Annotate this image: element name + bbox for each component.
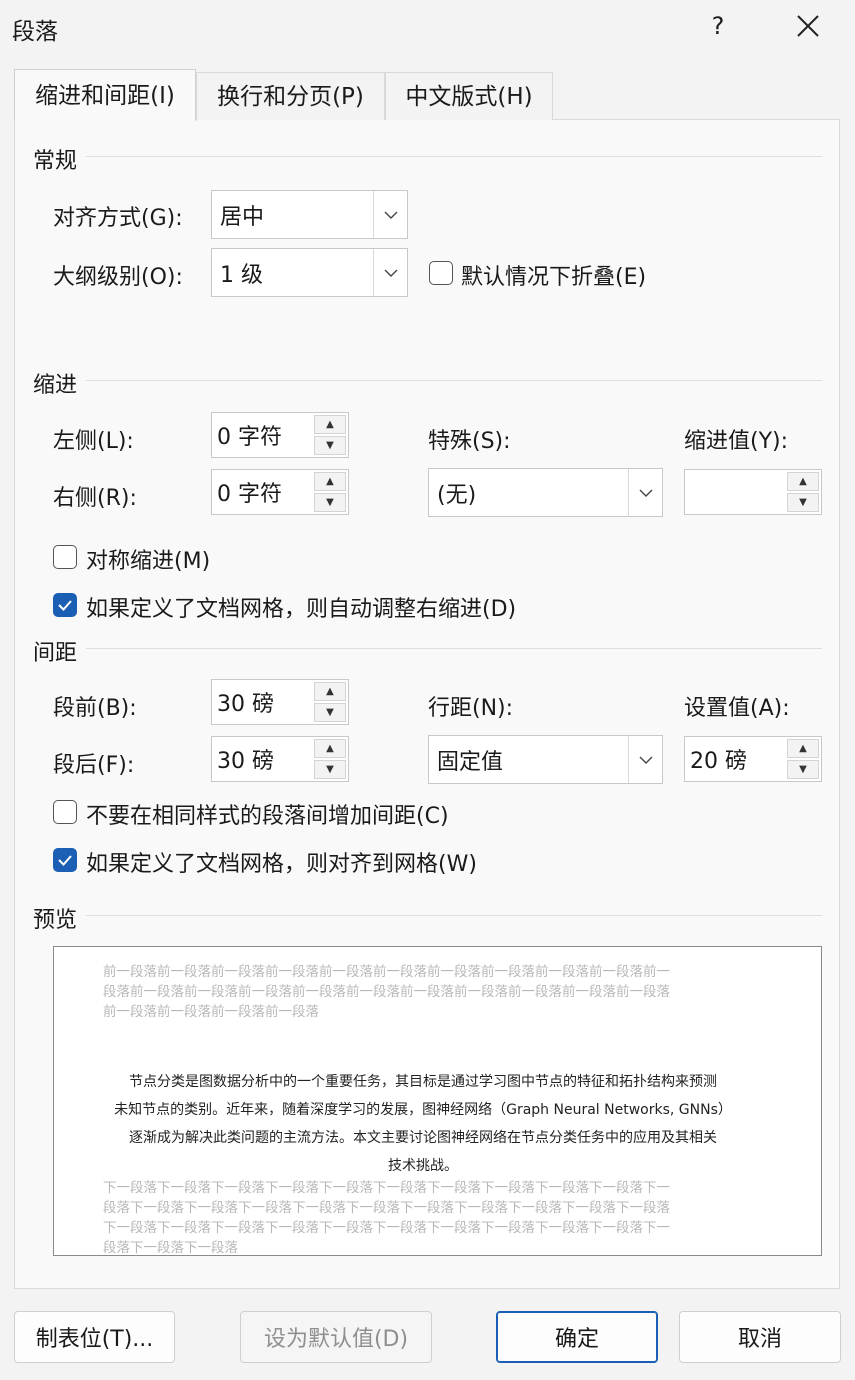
preview-line: 前一段落前一段落前一段落前一段落 — [103, 1004, 319, 1020]
tabs-button[interactable]: 制表位(T)... — [14, 1311, 175, 1363]
check-icon — [58, 855, 72, 866]
tab-indent-spacing[interactable]: 缩进和间距(I) — [14, 69, 196, 121]
at-value: 20 磅 — [690, 749, 747, 774]
right-indent-label: 右侧(R): — [53, 486, 137, 511]
mirror-indent-checkbox[interactable] — [53, 545, 77, 569]
indent-by-label: 缩进值(Y): — [684, 429, 789, 454]
space-after-value: 30 磅 — [217, 749, 274, 774]
outline-level-value: 1 级 — [220, 262, 263, 288]
tab-label: 中文版式(H) — [405, 84, 533, 110]
next-paragraph-text: 下一段落下一段落下一段落下一段落下一段落下一段落下一段落下一段落下一段落下一段落… — [103, 1178, 743, 1256]
space-before-value: 30 磅 — [217, 692, 274, 717]
preview-line: 段落前一段落前一段落前一段落前一段落前一段落前一段落前一段落前一段落前一段落前一… — [103, 984, 670, 1000]
check-icon — [58, 600, 72, 611]
spin-up-icon[interactable]: ▲ — [314, 682, 346, 701]
current-paragraph-text: 节点分类是图数据分析中的一个重要任务，其目标是通过学习图中节点的特征和拓扑结构来… — [103, 1068, 743, 1180]
tab-line-page-breaks[interactable]: 换行和分页(P) — [196, 72, 385, 120]
line-spacing-combo[interactable]: 固定值 — [428, 735, 663, 784]
auto-adjust-indent-checkbox[interactable] — [53, 593, 77, 617]
indent-by-spinner[interactable]: ▲ ▼ — [684, 469, 822, 515]
preview-line: 下一段落下一段落下一段落下一段落下一段落下一段落下一段落下一段落下一段落下一段落… — [103, 1180, 670, 1196]
outline-level-combo[interactable]: 1 级 — [211, 248, 408, 297]
chevron-down-icon — [373, 191, 407, 238]
alignment-combo[interactable]: 居中 — [211, 190, 408, 239]
at-label: 设置值(A): — [684, 696, 790, 721]
tab-asian-typography[interactable]: 中文版式(H) — [385, 72, 553, 120]
spin-up-icon[interactable]: ▲ — [787, 739, 819, 758]
preview-line: 下一段落下一段落下一段落下一段落下一段落下一段落下一段落下一段落下一段落下一段落… — [103, 1220, 670, 1236]
at-spinner[interactable]: 20 磅 ▲ ▼ — [684, 736, 822, 782]
dont-add-space-checkbox[interactable] — [53, 800, 77, 824]
space-after-label: 段后(F): — [53, 753, 135, 778]
preview-line: 段落下一段落下一段落下一段落下一段落下一段落下一段落下一段落下一段落下一段落下一… — [103, 1200, 670, 1216]
mirror-indent-label: 对称缩进(M) — [86, 549, 211, 574]
collapse-checkbox[interactable] — [429, 261, 453, 285]
section-indent-title: 缩进 — [33, 373, 78, 398]
space-after-spinner[interactable]: 30 磅 ▲ ▼ — [211, 736, 349, 782]
section-spacing-title: 间距 — [33, 641, 78, 666]
divider — [86, 380, 822, 381]
right-indent-spinner[interactable]: 0 字符 ▲ ▼ — [211, 469, 349, 515]
spin-down-icon[interactable]: ▼ — [314, 436, 346, 455]
divider — [86, 648, 822, 649]
spin-down-icon[interactable]: ▼ — [314, 760, 346, 779]
tab-label: 缩进和间距(I) — [35, 83, 175, 109]
left-indent-spinner[interactable]: 0 字符 ▲ ▼ — [211, 412, 349, 458]
cancel-button[interactable]: 取消 — [679, 1311, 841, 1363]
chevron-down-icon — [628, 469, 662, 516]
special-value: (无) — [437, 482, 477, 508]
space-before-spinner[interactable]: 30 磅 ▲ ▼ — [211, 679, 349, 725]
preview-box: 前一段落前一段落前一段落前一段落前一段落前一段落前一段落前一段落前一段落前一段落… — [53, 946, 822, 1256]
spin-up-icon[interactable]: ▲ — [787, 472, 819, 491]
spin-down-icon[interactable]: ▼ — [314, 703, 346, 722]
spin-down-icon[interactable]: ▼ — [314, 493, 346, 512]
preview-line: 段落下一段落下一段落 — [103, 1240, 238, 1256]
special-combo[interactable]: (无) — [428, 468, 663, 517]
spin-down-icon[interactable]: ▼ — [787, 760, 819, 779]
preview-line: 未知节点的类别。近年来，随着深度学习的发展，图神经网络（Graph Neural… — [114, 1102, 732, 1118]
chevron-down-icon — [628, 736, 662, 783]
left-indent-value: 0 字符 — [217, 425, 282, 450]
right-indent-value: 0 字符 — [217, 482, 282, 507]
close-button[interactable] — [790, 8, 826, 44]
spin-up-icon[interactable]: ▲ — [314, 472, 346, 491]
chevron-down-icon — [373, 249, 407, 296]
auto-adjust-indent-label: 如果定义了文档网格，则自动调整右缩进(D) — [86, 597, 517, 622]
collapse-label: 默认情况下折叠(E) — [461, 265, 647, 290]
previous-paragraph-text: 前一段落前一段落前一段落前一段落前一段落前一段落前一段落前一段落前一段落前一段落… — [103, 962, 743, 1022]
spin-up-icon[interactable]: ▲ — [314, 415, 346, 434]
alignment-label: 对齐方式(G): — [53, 206, 183, 231]
space-before-label: 段前(B): — [53, 696, 137, 721]
tab-label: 换行和分页(P) — [217, 84, 364, 110]
outline-level-label: 大纲级别(O): — [53, 265, 183, 290]
divider — [86, 915, 822, 916]
help-button[interactable]: ? — [700, 8, 736, 44]
line-spacing-label: 行距(N): — [428, 696, 514, 721]
special-label: 特殊(S): — [428, 429, 511, 454]
preview-line: 前一段落前一段落前一段落前一段落前一段落前一段落前一段落前一段落前一段落前一段落… — [103, 964, 670, 980]
snap-to-grid-checkbox[interactable] — [53, 848, 77, 872]
left-indent-label: 左侧(L): — [53, 429, 134, 454]
title-bar: 段落 ? — [0, 0, 855, 54]
alignment-value: 居中 — [220, 204, 265, 230]
section-preview-title: 预览 — [33, 908, 78, 933]
preview-line: 技术挑战。 — [388, 1158, 458, 1174]
snap-to-grid-label: 如果定义了文档网格，则对齐到网格(W) — [86, 852, 477, 877]
spin-up-icon[interactable]: ▲ — [314, 739, 346, 758]
divider — [86, 156, 822, 157]
preview-line: 逐渐成为解决此类问题的主流方法。本文主要讨论图神经网络在节点分类任务中的应用及其… — [129, 1130, 717, 1146]
set-default-button[interactable]: 设为默认值(D) — [240, 1311, 432, 1363]
ok-button[interactable]: 确定 — [496, 1311, 658, 1363]
dont-add-space-label: 不要在相同样式的段落间增加间距(C) — [86, 804, 449, 829]
line-spacing-value: 固定值 — [437, 749, 504, 775]
preview-line: 节点分类是图数据分析中的一个重要任务，其目标是通过学习图中节点的特征和拓扑结构来… — [129, 1074, 717, 1090]
spin-down-icon[interactable]: ▼ — [787, 493, 819, 512]
close-icon — [797, 15, 819, 37]
dialog-title: 段落 — [12, 19, 58, 45]
section-general-title: 常规 — [33, 149, 78, 174]
